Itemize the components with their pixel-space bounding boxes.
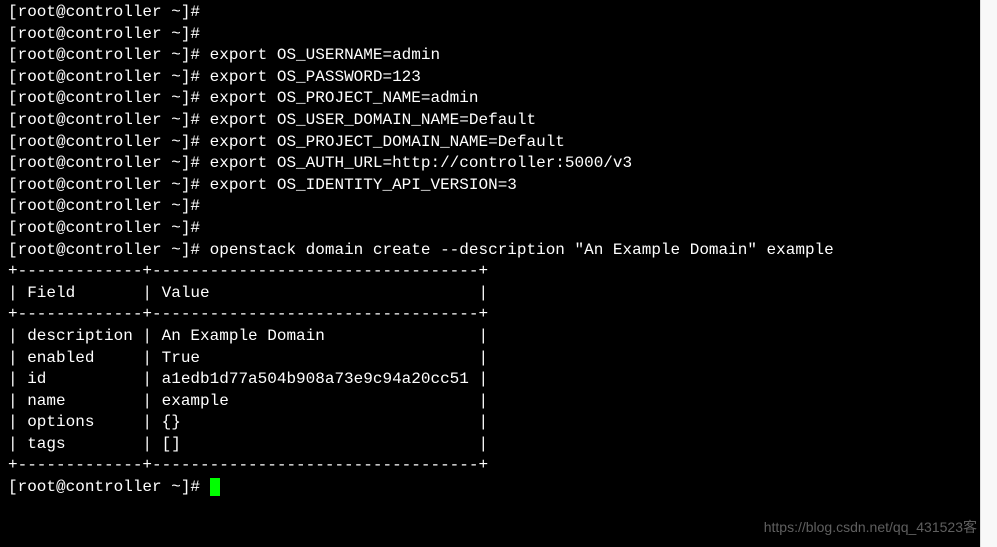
table-row: | description | An Example Domain | [8,327,488,345]
table-border: +-------------+-------------------------… [8,456,488,474]
prompt-cursor-line: [root@controller ~]# [8,478,220,496]
watermark-text: https://blog.csdn.net/qq_431523客 [764,517,977,537]
prompt-line: [root@controller ~]# [8,25,210,43]
table-border: +-------------+-------------------------… [8,305,488,323]
command-line: [root@controller ~]# export OS_PASSWORD=… [8,68,421,86]
command-line: [root@controller ~]# export OS_USERNAME=… [8,46,440,64]
table-row: | name | example | [8,392,488,410]
prompt-line: [root@controller ~]# [8,197,210,215]
terminal-window[interactable]: [root@controller ~]# [root@controller ~]… [0,0,980,547]
command-line: [root@controller ~]# openstack domain cr… [8,241,834,259]
table-row: | enabled | True | [8,349,488,367]
command-line: [root@controller ~]# export OS_PROJECT_N… [8,89,478,107]
command-line: [root@controller ~]# export OS_USER_DOMA… [8,111,536,129]
prompt-line: [root@controller ~]# [8,219,210,237]
table-row: | id | a1edb1d77a504b908a73e9c94a20cc51 … [8,370,488,388]
cursor-icon [210,478,220,496]
table-row: | tags | [] | [8,435,488,453]
table-row: | options | {} | [8,413,488,431]
command-line: [root@controller ~]# export OS_AUTH_URL=… [8,154,632,172]
right-margin [980,0,997,547]
command-line: [root@controller ~]# export OS_IDENTITY_… [8,176,517,194]
command-line: [root@controller ~]# export OS_PROJECT_D… [8,133,565,151]
table-border: +-------------+-------------------------… [8,262,488,280]
prompt-line: [root@controller ~]# [8,3,210,21]
table-header: | Field | Value | [8,284,488,302]
